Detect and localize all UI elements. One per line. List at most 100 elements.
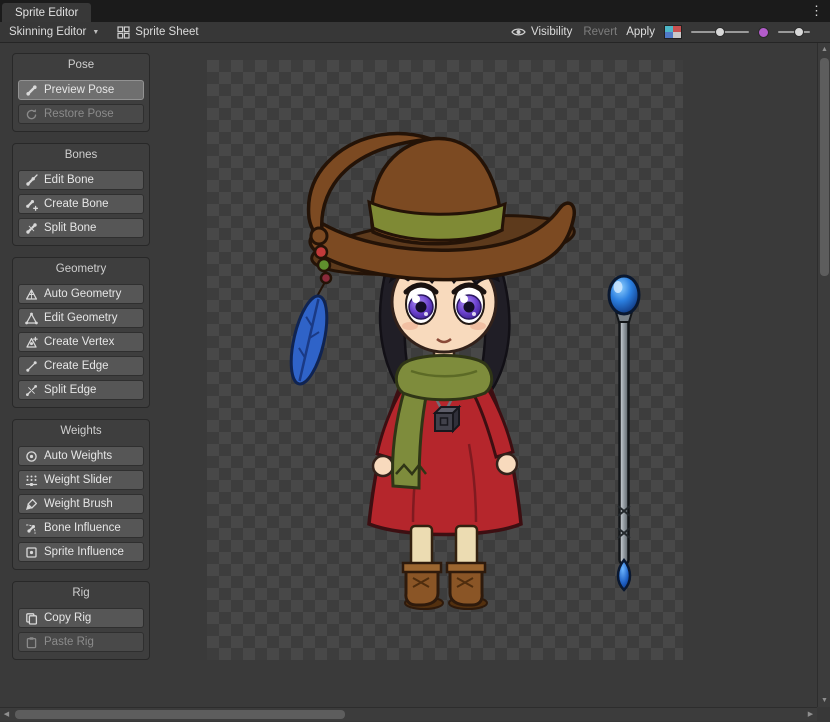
button-label: Create Vertex [44,336,114,348]
button-label: Auto Geometry [44,288,121,300]
edit-geometry-button[interactable]: Edit Geometry [18,308,144,328]
vertical-scrollbar-thumb[interactable] [820,58,829,276]
button-label: Create Edge [44,360,109,372]
visibility-label: Visibility [531,26,572,38]
weight-slider-button[interactable]: Weight Slider [18,470,144,490]
edit-bone-button[interactable]: Edit Bone [18,170,144,190]
copy-rig-icon [25,612,38,625]
button-label: Sprite Influence [44,546,124,558]
staff-sprite [609,276,639,590]
slider-track[interactable] [778,31,810,33]
button-label: Weight Brush [44,498,113,510]
split-bone-button[interactable]: Split Bone [18,218,144,238]
auto-weights-icon [25,450,38,463]
sprite-sheet-grid-icon [117,26,130,39]
color-swatch-icon[interactable] [664,25,682,39]
bone-influence-button[interactable]: Bone Influence [18,518,144,538]
panel-title: Bones [18,147,144,166]
preview-pose-icon [25,84,38,97]
brightness-slider[interactable] [691,26,749,38]
slider-knob[interactable] [715,27,725,37]
restore-pose-icon [25,108,38,121]
scroll-right-arrow-icon[interactable]: ▶ [804,708,817,722]
slider-track[interactable] [691,31,749,33]
button-label: Edit Bone [44,174,94,186]
sidebar-panels: Pose Preview Pose Restore Pose Bones Edit Bo… [12,53,150,660]
button-label: Weight Slider [44,474,112,486]
vertical-scrollbar[interactable]: ▲ ▼ [817,43,830,707]
create-vertex-icon [25,336,38,349]
copy-rig-button[interactable]: Copy Rig [18,608,144,628]
apply-button[interactable]: Apply [626,26,655,38]
button-label: Auto Weights [44,450,112,462]
tab-title: Sprite Editor [15,7,78,19]
sprite-influence-button[interactable]: Sprite Influence [18,542,144,562]
button-label: Copy Rig [44,612,91,624]
button-label: Split Bone [44,222,96,234]
panel-bones: Bones Edit Bone Create Bone Split Bone [12,143,150,246]
panel-title: Geometry [18,261,144,280]
create-bone-icon [25,198,38,211]
button-label: Edit Geometry [44,312,118,324]
scroll-left-arrow-icon[interactable]: ◀ [0,708,13,722]
visibility-button[interactable]: Visibility [509,26,574,38]
split-edge-button[interactable]: Split Edge [18,380,144,400]
revert-button[interactable]: Revert [583,26,617,38]
overlay-color-dot-icon[interactable] [758,27,769,38]
edit-geometry-icon [25,312,38,325]
panel-rig: Rig Copy Rig Paste Rig [12,581,150,660]
panel-title: Rig [18,585,144,604]
sprite-canvas[interactable] [207,60,683,660]
skinning-editor-dropdown[interactable]: Skinning Editor ▼ [0,22,108,42]
auto-weights-button[interactable]: Auto Weights [18,446,144,466]
create-edge-icon [25,360,38,373]
paste-rig-button[interactable]: Paste Rig [18,632,144,652]
split-bone-icon [25,222,38,235]
edit-bone-icon [25,174,38,187]
skinning-editor-viewport: Pose Preview Pose Restore Pose Bones Edit Bo… [0,43,817,707]
panel-title: Pose [18,57,144,76]
panel-geometry: Geometry Auto Geometry Edit Geometry Create… [12,257,150,408]
button-label: Paste Rig [44,636,94,648]
scroll-up-arrow-icon[interactable]: ▲ [818,43,830,56]
character-sprite [207,60,683,660]
paste-rig-icon [25,636,38,649]
window-tab-bar: Sprite Editor ⋮ [0,0,830,22]
auto-geometry-button[interactable]: Auto Geometry [18,284,144,304]
preview-pose-button[interactable]: Preview Pose [18,80,144,100]
horizontal-scrollbar[interactable]: ◀ ▶ [0,707,817,721]
button-label: Restore Pose [44,108,114,120]
create-bone-button[interactable]: Create Bone [18,194,144,214]
panel-weights: Weights Auto Weights Weight Slider Weight B… [12,419,150,570]
button-label: Create Bone [44,198,109,210]
sprite-sheet-button[interactable]: Sprite Sheet [108,22,207,42]
auto-geometry-icon [25,288,38,301]
skinning-editor-label: Skinning Editor [9,26,86,38]
bone-influence-icon [25,522,38,535]
restore-pose-button[interactable]: Restore Pose [18,104,144,124]
button-label: Bone Influence [44,522,121,534]
weight-slider-icon [25,474,38,487]
overlay-opacity-slider[interactable] [778,26,810,38]
scrollbar-corner [817,707,830,721]
horizontal-scrollbar-thumb[interactable] [15,710,345,719]
panel-title: Weights [18,423,144,442]
sprite-sheet-label: Sprite Sheet [135,26,198,38]
sprite-influence-icon [25,546,38,559]
button-label: Split Edge [44,384,96,396]
create-vertex-button[interactable]: Create Vertex [18,332,144,352]
scroll-down-arrow-icon[interactable]: ▼ [818,694,830,707]
slider-knob[interactable] [794,27,804,37]
kebab-menu-icon[interactable]: ⋮ [810,3,823,19]
chevron-down-icon: ▼ [92,29,99,36]
panel-pose: Pose Preview Pose Restore Pose [12,53,150,132]
split-edge-icon [25,384,38,397]
witch-character [284,134,577,609]
button-label: Preview Pose [44,84,114,96]
weight-brush-icon [25,498,38,511]
weight-brush-button[interactable]: Weight Brush [18,494,144,514]
eye-icon [511,27,526,37]
tab-sprite-editor[interactable]: Sprite Editor [2,3,91,22]
create-edge-button[interactable]: Create Edge [18,356,144,376]
toolbar: Skinning Editor ▼ Sprite Sheet Visibilit… [0,22,830,43]
